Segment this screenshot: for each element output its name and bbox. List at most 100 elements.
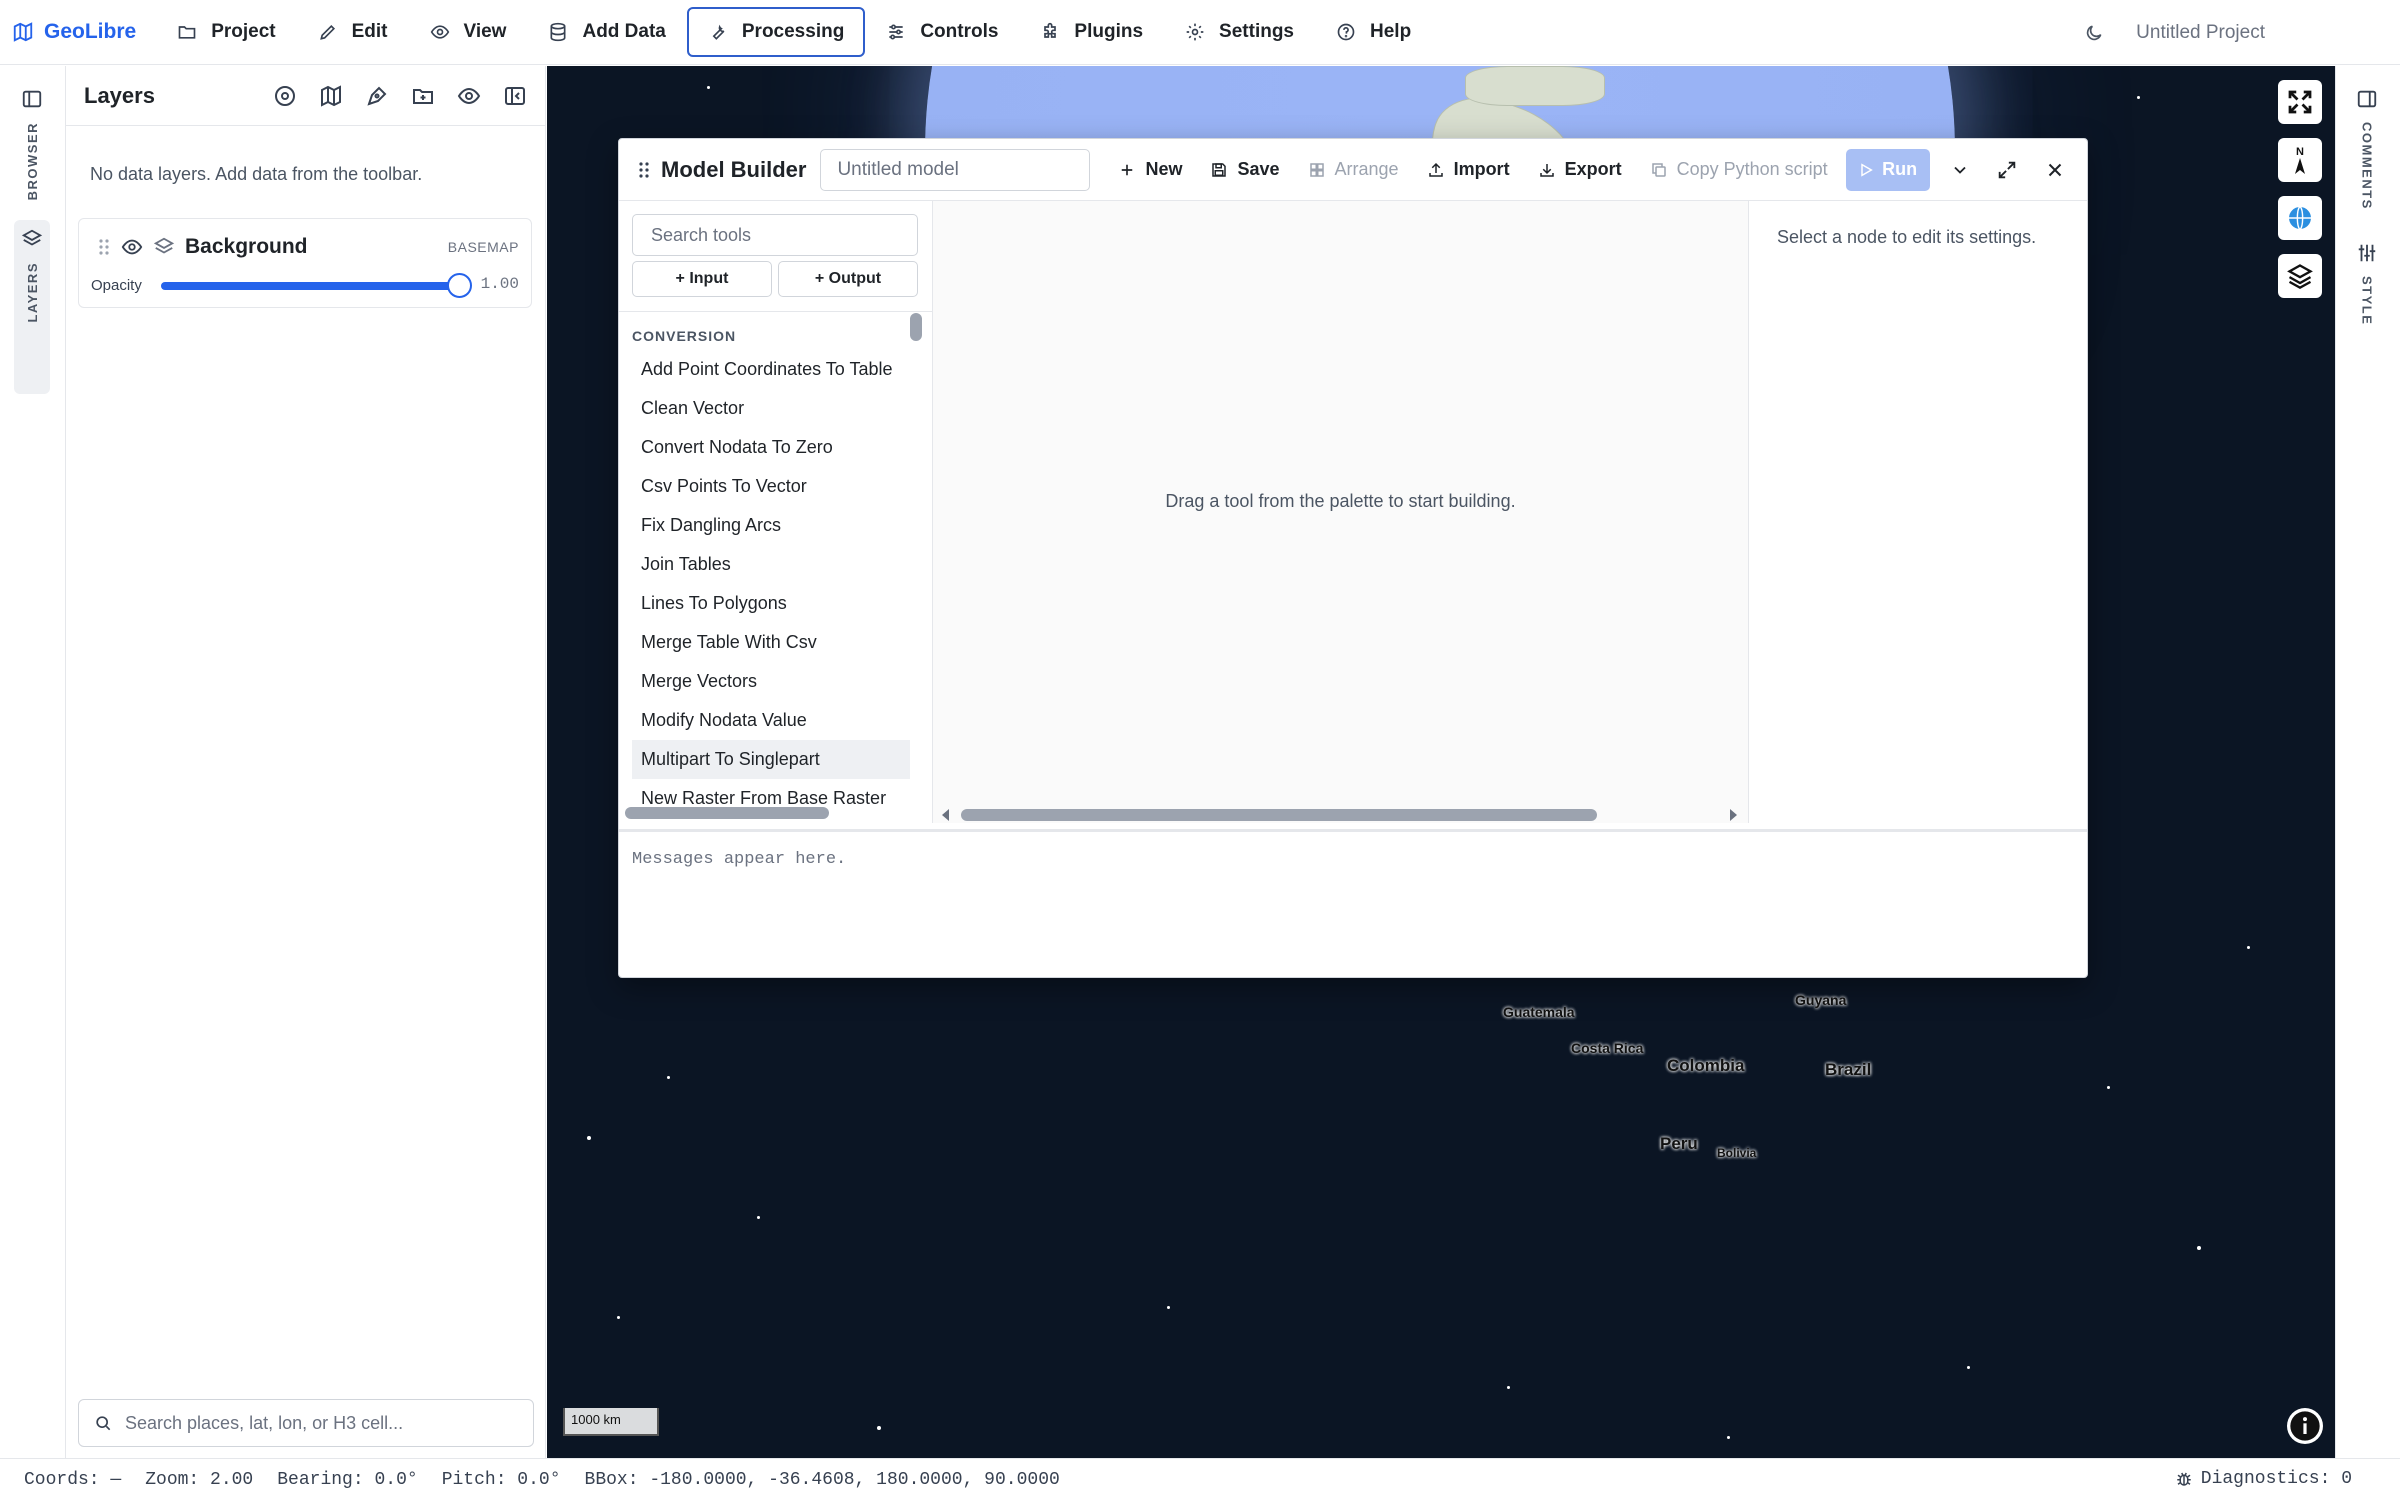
eye-icon[interactable] (457, 84, 481, 108)
run-button[interactable]: Run (1845, 148, 1930, 191)
opacity-label: Opacity (91, 277, 142, 294)
drag-handle-icon[interactable] (637, 160, 651, 180)
folder-plus-icon[interactable] (411, 84, 435, 108)
map-label: Brazil (1825, 1060, 1872, 1079)
status-bar: Coords: — Zoom: 2.00 Bearing: 0.0° Pitch… (0, 1458, 2400, 1500)
opacity-slider-track[interactable] (161, 282, 467, 290)
menu-add-data-label: Add Data (582, 21, 666, 42)
copy-python-button[interactable]: Copy Python script (1650, 159, 1828, 180)
upload-icon (1428, 162, 1443, 177)
pencil-icon (319, 24, 335, 40)
tool-item[interactable]: Fix Dangling Arcs (632, 506, 910, 545)
rail-comments[interactable]: COMMENTS (2356, 88, 2378, 210)
basemap-layer-card[interactable]: Background BASEMAP Opacity 1.00 (78, 218, 532, 308)
opacity-slider-thumb[interactable] (447, 273, 472, 298)
scroll-left-icon[interactable] (941, 809, 951, 821)
status-bbox: BBox: -180.0000, -36.4608, 180.0000, 90.… (584, 1469, 1060, 1490)
menu-view[interactable]: View (409, 7, 528, 57)
visibility-eye-icon[interactable] (121, 236, 143, 258)
tool-item[interactable]: Modify Nodata Value (632, 701, 910, 740)
app-name: GeoLibre (44, 20, 137, 43)
maximize-icon[interactable] (1996, 159, 2018, 181)
gear-icon (1186, 23, 1204, 41)
star (1507, 1386, 1510, 1389)
status-pitch: Pitch: 0.0° (441, 1469, 561, 1490)
map-label: Peru (1660, 1134, 1698, 1153)
close-icon[interactable] (2044, 159, 2066, 181)
menu-project-label: Project (211, 21, 276, 42)
tool-search-input[interactable]: Search tools (632, 214, 918, 256)
menubar-right: Untitled Project (2084, 0, 2400, 65)
menu-plugins[interactable]: Plugins (1019, 7, 1164, 57)
rail-style[interactable]: STYLE (2356, 242, 2378, 325)
add-input-button[interactable]: + Input (632, 261, 772, 297)
add-output-button[interactable]: + Output (778, 261, 918, 297)
model-name-input[interactable]: Untitled model (820, 148, 1091, 191)
export-button[interactable]: Export (1538, 159, 1622, 180)
tool-item[interactable]: Join Tables (632, 545, 910, 584)
menu-add-data[interactable]: Add Data (527, 7, 686, 57)
layers-panel: Layers No data layers. Add data from the… (66, 66, 546, 1458)
menu-help[interactable]: Help (1315, 7, 1432, 57)
tool-item[interactable]: Convert Nodata To Zero (632, 428, 910, 467)
menu-edit[interactable]: Edit (297, 7, 409, 57)
map-icon[interactable] (319, 84, 343, 108)
database-icon (550, 22, 566, 42)
attribution-button[interactable] (2287, 1408, 2323, 1444)
folder-icon (178, 26, 196, 39)
tool-item[interactable]: Csv Points To Vector (632, 467, 910, 506)
properties-hint: Select a node to edit its settings. (1777, 227, 2037, 247)
tool-item-selected[interactable]: Multipart To Singlepart (632, 740, 910, 779)
model-canvas[interactable]: Drag a tool from the palette to start bu… (933, 201, 1749, 823)
menu-edit-label: Edit (351, 21, 388, 42)
plus-icon (1122, 164, 1133, 175)
tool-item[interactable]: Clean Vector (632, 389, 910, 428)
search-icon (96, 1416, 111, 1431)
canvas-horizontal-scrollbar[interactable] (961, 809, 1597, 821)
star (707, 86, 710, 89)
scroll-right-icon[interactable] (1728, 809, 1738, 821)
chevron-down-icon[interactable] (1950, 160, 1970, 180)
app-brand[interactable]: GeoLibre (12, 20, 136, 44)
messages-panel: Messages appear here. (619, 829, 2087, 977)
rail-browser[interactable]: BROWSER (14, 88, 50, 200)
drag-handle-icon[interactable] (97, 237, 111, 257)
arrange-button[interactable]: Arrange (1308, 159, 1399, 180)
menu-project[interactable]: Project (156, 7, 296, 57)
palette-horizontal-scrollbar[interactable] (625, 807, 829, 819)
new-button[interactable]: New (1118, 159, 1182, 180)
place-search-input[interactable]: Search places, lat, lon, or H3 cell... (78, 1399, 534, 1447)
diagnostics-button[interactable]: Diagnostics: 0 (2175, 1469, 2376, 1489)
draw-icon[interactable] (365, 84, 389, 108)
model-builder-title: Model Builder (661, 156, 807, 182)
moon-icon[interactable] (2084, 23, 2104, 43)
basemap-name: Background (185, 235, 308, 258)
tool-item[interactable]: Lines To Polygons (632, 584, 910, 623)
star (1167, 1306, 1170, 1309)
menu-processing[interactable]: Processing (686, 7, 866, 57)
menu-controls-label: Controls (920, 21, 999, 42)
fullscreen-button[interactable] (2278, 80, 2322, 124)
menu-settings[interactable]: Settings (1164, 7, 1315, 57)
globe-toggle-button[interactable] (2278, 196, 2322, 240)
basemap-gallery-icon[interactable] (273, 84, 297, 108)
compass-button[interactable]: N (2278, 138, 2322, 182)
import-button[interactable]: Import (1427, 159, 1510, 180)
star (757, 1216, 760, 1219)
layer-switcher-button[interactable] (2278, 254, 2322, 298)
sidebar-icon (2357, 90, 2377, 108)
tool-item[interactable]: Merge Vectors (632, 662, 910, 701)
star (2137, 96, 2140, 99)
save-button[interactable]: Save (1210, 159, 1280, 180)
map-label: Guyana (1795, 992, 1847, 1008)
rail-layers[interactable]: LAYERS (14, 220, 50, 394)
basemap-badge: BASEMAP (447, 239, 519, 255)
tool-item[interactable]: Merge Table With Csv (632, 623, 910, 662)
layers-title: Layers (84, 82, 155, 108)
menu-controls[interactable]: Controls (865, 7, 1019, 57)
map-label: Guatemala (1503, 1004, 1575, 1020)
menu-settings-label: Settings (1219, 21, 1294, 42)
tool-item[interactable]: Add Point Coordinates To Table (632, 350, 910, 389)
palette-vertical-scrollbar[interactable] (910, 313, 922, 341)
collapse-panel-icon[interactable] (503, 84, 527, 108)
